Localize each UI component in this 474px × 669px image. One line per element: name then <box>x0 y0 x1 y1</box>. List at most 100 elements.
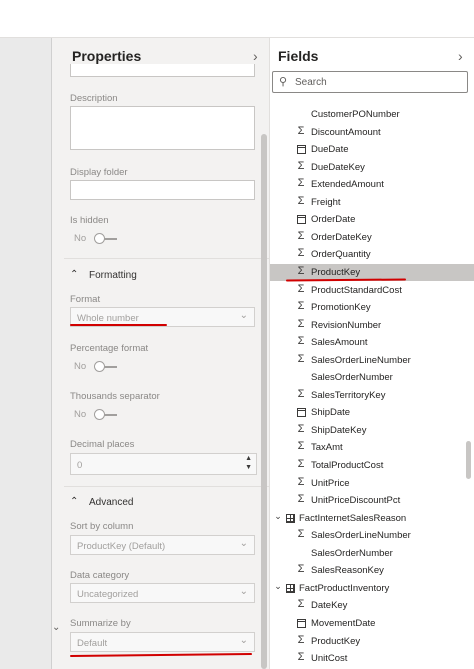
field-label: ProductKey <box>311 266 361 278</box>
field-item[interactable]: Σ ProductStandardCost <box>270 282 474 300</box>
field-label: PromotionKey <box>311 302 371 314</box>
sigma-icon: Σ <box>297 633 305 646</box>
description-input[interactable] <box>70 106 255 150</box>
field-item[interactable]: Σ OrderDateKey <box>270 229 474 247</box>
field-list: CustomerPONumber Σ DiscountAmount DueDate Σ D… <box>270 105 474 669</box>
field-label: RevisionNumber <box>311 319 382 331</box>
sort-by-column-value: ProductKey (Default) <box>77 541 166 552</box>
field-item[interactable]: DueDate <box>270 141 474 159</box>
sigma-icon: Σ <box>297 229 305 242</box>
search-box[interactable]: ⚲ Search <box>272 71 468 93</box>
chevron-right-icon[interactable]: › <box>253 48 258 64</box>
is-hidden-label: Is hidden <box>70 215 109 226</box>
field-label: FactInternetSalesReason <box>299 512 407 524</box>
formatting-section-toggle[interactable]: ⌃ <box>70 269 78 280</box>
field-label: SalesOrderLineNumber <box>311 530 411 542</box>
field-label: TotalProductCost <box>311 460 384 471</box>
calendar-icon <box>295 616 307 631</box>
sort-by-column-label: Sort by column <box>70 521 134 532</box>
scroll-down-icon[interactable]: ⌄ <box>52 622 60 633</box>
field-item[interactable]: Σ DiscountAmount <box>270 124 474 142</box>
chevron-down-icon: ⌄ <box>239 635 248 646</box>
field-item[interactable]: ShipDate <box>270 404 474 422</box>
field-item[interactable]: MovementDate <box>270 615 474 633</box>
field-item[interactable]: Σ UnitCost <box>270 650 474 668</box>
field-item[interactable]: Σ TotalProductCost <box>270 457 474 475</box>
formatting-header: Formatting <box>89 270 137 281</box>
field-item[interactable]: Σ SalesOrderLineNumber <box>270 527 474 545</box>
sigma-icon: Σ <box>297 335 305 348</box>
sigma-icon: Σ <box>297 282 305 295</box>
collapsed-pane-strip[interactable] <box>51 38 65 669</box>
sort-by-column-dropdown[interactable]: ProductKey (Default) ⌄ <box>70 535 255 555</box>
chevron-down-icon[interactable]: ⌄ <box>272 511 284 522</box>
is-hidden-toggle[interactable] <box>94 233 118 244</box>
field-label: SalesReasonKey <box>311 565 384 577</box>
field-item[interactable]: Σ SalesAmount <box>270 334 474 352</box>
sigma-icon: Σ <box>297 300 305 313</box>
field-label: SalesOrderNumber <box>311 372 393 384</box>
decimal-places-label: Decimal places <box>70 439 135 450</box>
field-label: CustomerPONumber <box>311 109 400 120</box>
sigma-icon: Σ <box>297 177 305 190</box>
display-folder-input[interactable] <box>70 180 255 200</box>
field-item[interactable]: Σ RevisionNumber <box>270 317 474 335</box>
properties-title: Properties <box>72 48 142 64</box>
decimal-places-stepper[interactable]: 0 ▲ ▼ <box>70 453 257 475</box>
field-label: UnitCost <box>311 653 348 665</box>
field-item[interactable]: Σ Freight <box>270 194 474 212</box>
field-item[interactable]: Σ TaxAmt <box>270 439 474 457</box>
field-item[interactable]: OrderDate <box>270 211 474 229</box>
field-label: SalesAmount <box>311 337 368 349</box>
field-item[interactable]: Σ PromotionKey <box>270 299 474 317</box>
advanced-section-toggle[interactable]: ⌃ <box>70 496 78 507</box>
increment-icon[interactable]: ▲ <box>245 455 252 462</box>
field-item[interactable]: Σ ProductKey <box>270 633 474 651</box>
field-item[interactable]: SalesOrderNumber <box>270 545 474 563</box>
field-item[interactable]: Σ SalesTerritoryKey <box>270 387 474 405</box>
decrement-icon[interactable]: ▼ <box>245 464 252 471</box>
field-item[interactable]: Σ UnitPriceDiscountPct <box>270 492 474 510</box>
field-label: SalesOrderNumber <box>311 547 393 559</box>
fields-scrollbar[interactable] <box>466 441 471 479</box>
field-item[interactable]: Σ SalesReasonKey <box>270 562 474 580</box>
field-item[interactable]: Σ OrderQuantity <box>270 246 474 264</box>
properties-scrollbar[interactable] <box>261 134 267 669</box>
data-category-label: Data category <box>70 570 130 581</box>
table-icon <box>284 511 296 526</box>
field-label: ProductStandardCost <box>311 284 402 296</box>
field-item[interactable]: Σ DateKey <box>270 597 474 615</box>
sigma-icon: Σ <box>297 194 305 207</box>
table-item[interactable]: ⌄ FactProductInventory <box>270 580 474 598</box>
field-item[interactable]: Σ DueDateKey <box>270 159 474 177</box>
annotation-underline <box>69 653 253 657</box>
field-item[interactable]: Σ UnitPrice <box>270 475 474 493</box>
summarize-by-dropdown[interactable]: Default ⌄ <box>70 632 255 652</box>
field-item[interactable]: SalesOrderNumber <box>270 369 474 387</box>
search-icon: ⚲ <box>279 76 288 88</box>
field-item[interactable]: Σ ExtendedAmount <box>270 176 474 194</box>
field-label: SalesTerritoryKey <box>311 389 386 401</box>
field-item[interactable]: Σ SalesOrderLineNumber <box>270 352 474 370</box>
sigma-icon: Σ <box>297 159 305 172</box>
name-field[interactable] <box>70 64 255 77</box>
field-item[interactable]: CustomerPONumber <box>270 106 474 124</box>
description-label: Description <box>70 93 118 104</box>
table-item[interactable]: ⌄ FactInternetSalesReason <box>270 510 474 528</box>
sigma-icon: Σ <box>297 651 305 664</box>
field-label: OrderDateKey <box>311 231 372 243</box>
chevron-down-icon: ⌄ <box>239 586 248 597</box>
percentage-format-label: Percentage format <box>70 343 149 354</box>
sigma-icon: Σ <box>297 528 305 541</box>
sigma-icon: Σ <box>297 598 305 611</box>
thousands-separator-toggle[interactable] <box>94 409 118 420</box>
data-category-dropdown[interactable]: Uncategorized ⌄ <box>70 583 255 603</box>
percentage-format-toggle[interactable] <box>94 361 118 372</box>
percentage-format-value: No <box>74 361 87 372</box>
calendar-icon <box>295 405 307 420</box>
field-item[interactable]: Σ ShipDateKey <box>270 422 474 440</box>
chevron-down-icon[interactable]: ⌄ <box>272 581 284 592</box>
calendar-icon <box>295 212 307 227</box>
chevron-right-icon[interactable]: › <box>458 48 463 64</box>
field-label: TaxAmt <box>311 442 343 454</box>
